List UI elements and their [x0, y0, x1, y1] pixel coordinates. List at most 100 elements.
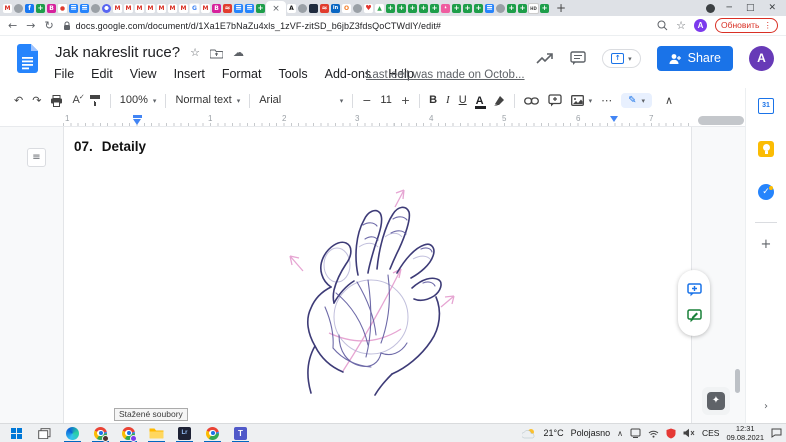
browser-tab[interactable] [451, 0, 462, 16]
underline-button[interactable]: U [459, 88, 467, 113]
menu-item[interactable]: Edit [91, 66, 113, 82]
browser-tab[interactable] [462, 0, 473, 16]
suggest-edits-icon[interactable] [687, 309, 702, 323]
undo-icon[interactable]: ↶ [14, 88, 23, 113]
browser-tab[interactable] [200, 0, 211, 16]
taskbar-chrome[interactable] [204, 425, 221, 442]
browser-tab[interactable] [341, 0, 352, 16]
bookmark-star-icon[interactable]: ☆ [676, 16, 686, 36]
browser-tab[interactable] [374, 0, 385, 16]
browser-tab[interactable] [79, 0, 90, 16]
hand-sketch-image[interactable] [218, 183, 468, 401]
taskbar-chrome-profile1[interactable] [92, 425, 109, 442]
browser-tab[interactable] [134, 0, 145, 16]
add-addon-button[interactable]: + [761, 237, 772, 253]
scrollbar-top-thumb[interactable] [698, 116, 744, 125]
stats-icon[interactable] [536, 52, 554, 65]
task-view-button[interactable] [36, 425, 53, 442]
browser-tab[interactable] [352, 0, 363, 16]
font-size-increase[interactable]: + [401, 88, 410, 113]
font-size-value[interactable]: 11 [380, 88, 391, 113]
highlight-icon[interactable] [493, 95, 505, 107]
browser-tab[interactable] [407, 0, 418, 16]
browser-tab[interactable] [330, 0, 341, 16]
last-edit-link[interactable]: Last edit was made on Octob... [366, 67, 525, 83]
menu-item[interactable]: Tools [278, 66, 307, 82]
browser-tab[interactable] [319, 0, 330, 16]
forward-icon[interactable]: → [26, 16, 35, 36]
menu-item[interactable]: Format [222, 66, 262, 82]
browser-tab[interactable] [101, 0, 112, 16]
browser-tab[interactable] [145, 0, 156, 16]
start-button[interactable] [8, 425, 25, 442]
add-comment-float-icon[interactable] [687, 283, 702, 297]
first-line-indent-marker[interactable] [133, 115, 142, 118]
browser-tab[interactable] [286, 0, 297, 16]
reload-icon[interactable]: ↻ [44, 16, 53, 36]
zoom-icon[interactable] [657, 20, 668, 31]
present-button[interactable]: ↑ ▾ [602, 49, 641, 68]
tasks-icon[interactable]: ✓ [758, 184, 774, 200]
redo-icon[interactable]: ↷ [32, 88, 41, 113]
weather-temp[interactable]: 21°C [543, 424, 563, 442]
browser-tab[interactable] [255, 0, 266, 16]
taskbar-file-explorer[interactable] [148, 425, 165, 442]
browser-tab[interactable] [68, 0, 79, 16]
browser-tab[interactable] [495, 0, 506, 16]
back-icon[interactable]: ← [8, 16, 17, 36]
star-icon[interactable]: ☆ [190, 46, 200, 60]
clock[interactable]: 12:31 09.08.2021 [726, 424, 764, 442]
hidden-icons-chevron[interactable]: ∧ [617, 424, 623, 442]
browser-tab[interactable] [385, 0, 396, 16]
browser-tab[interactable] [156, 0, 167, 16]
browser-tab[interactable] [57, 0, 68, 16]
taskbar-chrome-profile2[interactable] [120, 425, 137, 442]
weather-icon[interactable] [522, 428, 536, 439]
editing-mode-button[interactable]: ✎▾ [621, 93, 652, 108]
paragraph-style-select[interactable]: Normal text▾ [175, 88, 240, 113]
docs-logo-icon[interactable] [17, 44, 39, 73]
update-button[interactable]: Обновить⋮ [715, 18, 778, 33]
browser-tab[interactable] [13, 0, 24, 16]
action-center-icon[interactable] [771, 428, 782, 438]
account-avatar[interactable]: A [749, 46, 774, 71]
move-folder-icon[interactable] [210, 48, 223, 59]
browser-tab[interactable] [484, 0, 495, 16]
menu-item[interactable]: View [130, 66, 157, 82]
chevron-down-icon[interactable]: ▾ [628, 55, 632, 63]
collapse-panel-icon[interactable]: › [764, 401, 768, 413]
browser-tab[interactable] [167, 0, 178, 16]
document-outline-icon[interactable]: ≡ [27, 148, 46, 167]
browser-tab[interactable] [363, 0, 374, 16]
maximize-icon[interactable]: □ [746, 0, 755, 16]
more-options-icon[interactable]: ⋯ [601, 88, 612, 113]
browser-tab[interactable] [418, 0, 429, 16]
scrollbar-thumb[interactable] [735, 369, 740, 393]
browser-tab[interactable] [46, 0, 57, 16]
browser-tab[interactable] [211, 0, 222, 16]
browser-tab[interactable] [244, 0, 255, 16]
url-box[interactable]: docs.google.com/document/d/1Xa1E7bNaZu4x… [63, 16, 648, 36]
browser-tab[interactable] [539, 0, 550, 16]
browser-tab[interactable] [112, 0, 123, 16]
menu-item[interactable]: File [54, 66, 74, 82]
browser-tab[interactable] [189, 0, 200, 16]
browser-tab[interactable] [123, 0, 134, 16]
browser-menu-icon[interactable]: ⋮ [764, 19, 773, 32]
browser-tab[interactable] [506, 0, 517, 16]
extension-icon[interactable] [706, 4, 715, 13]
browser-tab[interactable] [2, 0, 13, 16]
font-size-decrease[interactable]: − [362, 88, 371, 113]
share-button[interactable]: Share [657, 46, 733, 71]
browser-tab[interactable] [440, 0, 451, 16]
browser-tab[interactable] [528, 0, 539, 16]
browser-tab[interactable] [178, 0, 189, 16]
italic-button[interactable]: I [446, 88, 450, 113]
device-icon[interactable] [630, 428, 641, 438]
spellcheck-icon[interactable]: A [72, 88, 79, 113]
insert-image-button[interactable]: ▾ [571, 95, 593, 106]
browser-tab[interactable] [233, 0, 244, 16]
right-indent-marker[interactable] [610, 116, 618, 126]
browser-tab[interactable] [473, 0, 484, 16]
font-select[interactable]: Arial▾ [259, 88, 343, 113]
